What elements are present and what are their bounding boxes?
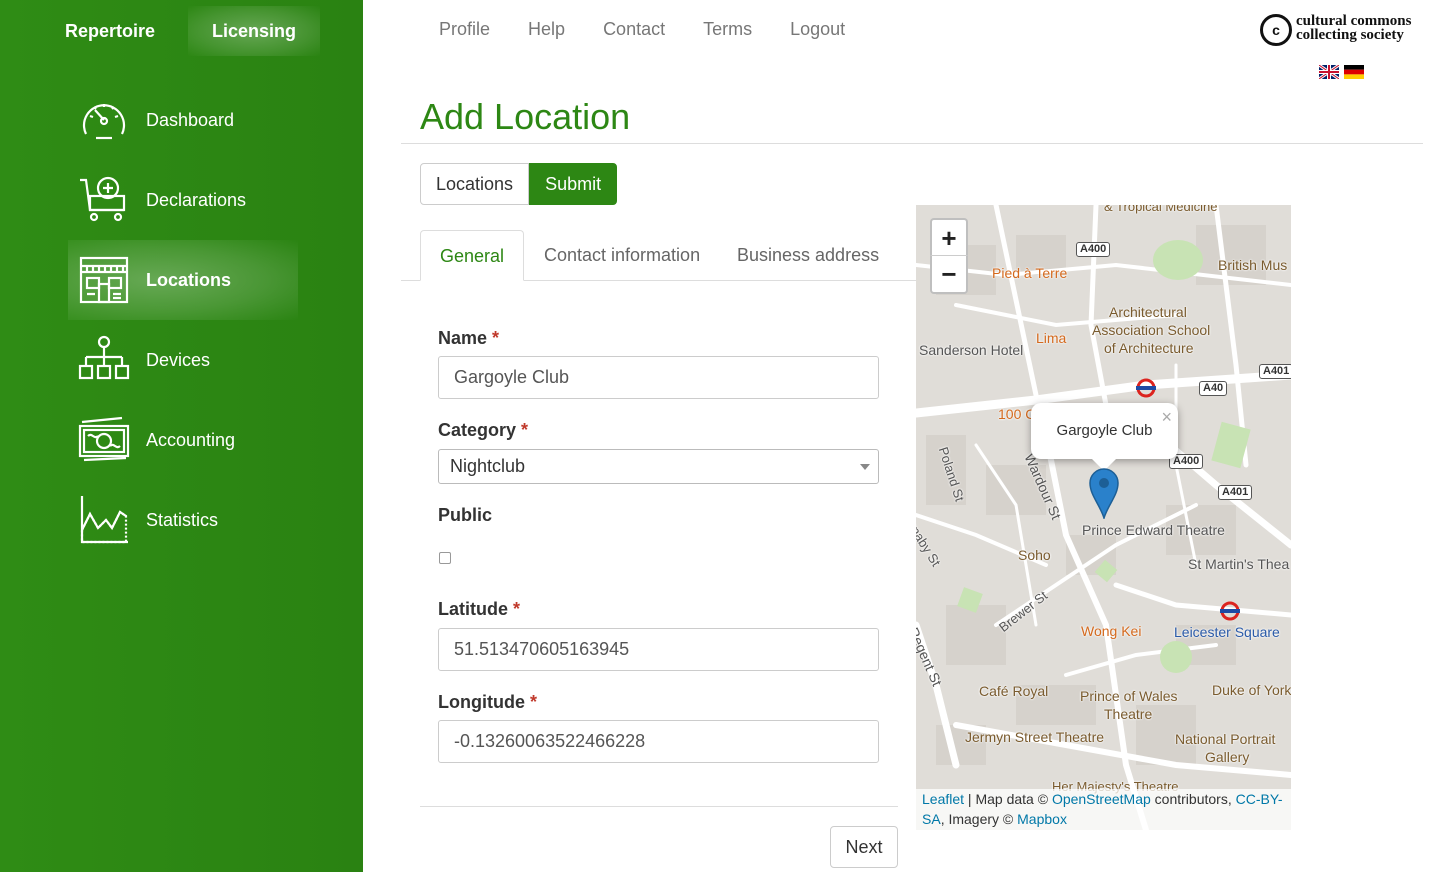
sidebar-item-label: Accounting	[146, 429, 236, 450]
submit-button[interactable]: Submit	[529, 163, 618, 205]
sidebar-item-label: Declarations	[146, 189, 247, 210]
map-label: Wong Kei	[1081, 623, 1142, 639]
map-marker-icon[interactable]	[1088, 467, 1120, 519]
sidebar-item-label: Locations	[146, 269, 232, 290]
nav-help[interactable]: Help	[509, 18, 584, 40]
category-label: Category *	[438, 420, 529, 440]
map-label: Theatre	[1104, 706, 1153, 722]
page-title: Add Location	[420, 96, 631, 137]
sidebar-item-statistics[interactable]: Statistics	[68, 480, 298, 560]
latitude-label: Latitude *	[438, 599, 521, 619]
close-icon[interactable]: ×	[1161, 389, 1172, 445]
action-button-group: Locations Submit	[420, 163, 618, 205]
zoom-in-button[interactable]: +	[930, 218, 968, 256]
sidebar-item-label: Devices	[146, 349, 211, 370]
category-selected-value: Nightclub	[450, 456, 526, 476]
sidebar-item-dashboard[interactable]: Dashboard	[68, 80, 298, 160]
caret-down-icon	[860, 464, 870, 470]
tab-contact-information[interactable]: Contact information	[525, 230, 719, 281]
map-label: Gallery	[1205, 749, 1250, 765]
sidebar-item-devices[interactable]: Devices	[68, 320, 298, 400]
cart-plus-icon	[78, 174, 130, 226]
map-label: Leicester Square	[1174, 624, 1280, 640]
tab-licensing[interactable]: Licensing	[188, 6, 320, 56]
hierarchy-icon	[78, 334, 130, 386]
sidebar-item-locations[interactable]: Locations	[68, 240, 298, 320]
sidebar: Repertoire Licensing Dashboard Declarati…	[0, 0, 363, 872]
nav-logout[interactable]: Logout	[771, 18, 864, 40]
road-shield: A401	[1218, 485, 1253, 500]
popup-text: Gargoyle Club	[1056, 422, 1153, 439]
osm-link[interactable]: OpenStreetMap	[1052, 791, 1151, 807]
map-label: Prince of Wales	[1080, 688, 1178, 704]
tab-repertoire[interactable]: Repertoire	[40, 6, 180, 56]
map-label: Jermyn Street Theatre	[965, 729, 1105, 745]
divider	[401, 143, 1423, 144]
map-label: St Martin's Thea	[1188, 556, 1290, 572]
locations-button[interactable]: Locations	[420, 163, 530, 205]
form-tabs: General Contact information Business add…	[401, 230, 916, 281]
longitude-label: Longitude *	[438, 692, 538, 712]
road-shield: A40	[1199, 381, 1228, 396]
latitude-input[interactable]	[438, 628, 879, 671]
map-label: Sanderson Hotel	[919, 342, 1024, 358]
next-button[interactable]: Next	[830, 826, 898, 868]
sidebar-item-declarations[interactable]: Declarations	[68, 160, 298, 240]
storefront-icon	[78, 254, 130, 306]
nav-profile[interactable]: Profile	[420, 18, 509, 40]
public-label: Public	[438, 505, 493, 525]
map-label: Café Royal	[979, 683, 1049, 699]
map-label: Prince Edward Theatre	[1082, 522, 1225, 538]
map-label: Architectural	[1109, 304, 1187, 320]
public-checkbox[interactable]	[439, 552, 451, 564]
area-chart-icon	[78, 494, 130, 546]
road-shield: A400	[1076, 242, 1111, 257]
map-label: National Portrait	[1175, 731, 1276, 747]
tab-business-address[interactable]: Business address	[718, 230, 898, 281]
top-navigation: Profile Help Contact Terms Logout	[420, 18, 864, 40]
road-shield: A401	[1259, 364, 1291, 379]
logo-line-2: collecting society	[1296, 27, 1404, 43]
logo-text: cultural commons collecting society	[1296, 13, 1412, 43]
en-flag-icon[interactable]	[1319, 65, 1339, 79]
nav-contact[interactable]: Contact	[584, 18, 684, 40]
nav-terms[interactable]: Terms	[684, 18, 771, 40]
map-label: Lima	[1036, 330, 1067, 346]
category-select[interactable]: Nightclub	[438, 449, 879, 484]
map-label: Pied à Terre	[992, 265, 1068, 281]
zoom-out-button[interactable]: −	[930, 256, 968, 294]
tab-general[interactable]: General	[420, 230, 525, 281]
location-map[interactable]: + − & Tropical Medicine Pied à Terre Bri…	[916, 205, 1291, 830]
banknote-icon	[78, 414, 130, 466]
map-popup: Gargoyle Club ×	[1031, 403, 1178, 471]
map-label: Soho	[1018, 547, 1051, 563]
longitude-input[interactable]	[438, 720, 879, 763]
map-attribution: Leaflet | Map data © OpenStreetMap contr…	[916, 789, 1291, 830]
map-label: British Mus	[1218, 257, 1288, 273]
logo-mark: c	[1260, 14, 1292, 46]
name-label: Name *	[438, 328, 500, 348]
speedometer-icon	[78, 94, 130, 146]
sidebar-item-label: Statistics	[146, 509, 219, 530]
map-label: 100 C	[998, 406, 1036, 422]
mapbox-link[interactable]: Mapbox	[1017, 811, 1067, 827]
map-label: of Architecture	[1104, 340, 1194, 356]
sidebar-item-accounting[interactable]: Accounting	[68, 400, 298, 480]
name-input[interactable]	[438, 356, 879, 399]
map-label: & Tropical Medicine	[1104, 205, 1218, 214]
sidebar-item-label: Dashboard	[146, 109, 235, 130]
divider	[420, 806, 898, 807]
logo-line-1: cultural commons	[1296, 13, 1412, 29]
leaflet-link[interactable]: Leaflet	[922, 791, 964, 807]
map-label: Duke of York	[1212, 682, 1291, 698]
de-flag-icon[interactable]	[1344, 65, 1364, 79]
logo[interactable]: c cultural commons collecting society	[1258, 12, 1428, 79]
map-label: Association School	[1092, 322, 1211, 338]
